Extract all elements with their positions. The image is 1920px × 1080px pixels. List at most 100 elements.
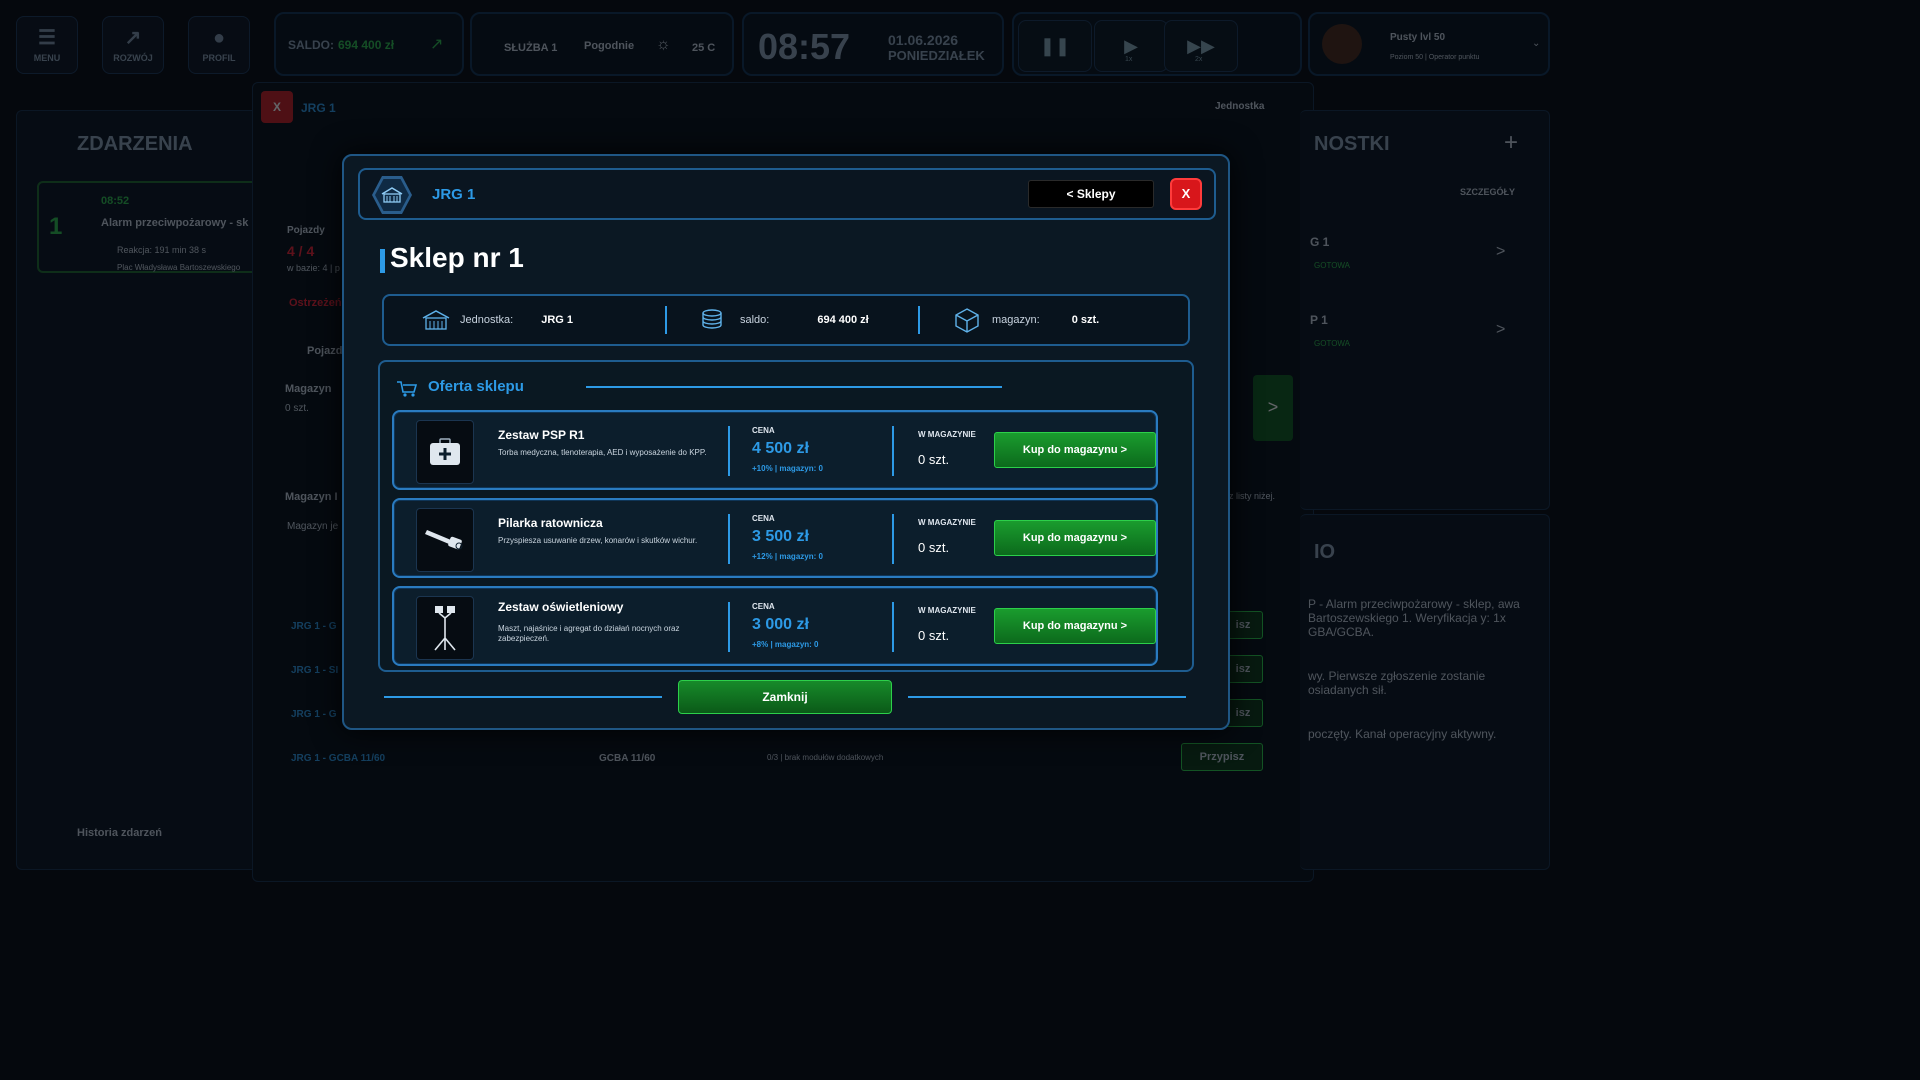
item-description: Torba medyczna, tlenoterapia, AED i wypo… bbox=[498, 448, 707, 457]
radio-message-2: wy. Pierwsze zgłoszenie zostanie osiadan… bbox=[1308, 669, 1486, 697]
radio-panel: IO P - Alarm przeciwpożarowy - sklep, aw… bbox=[1300, 514, 1550, 870]
cart-icon bbox=[397, 381, 418, 397]
history-link[interactable]: Historia zdarzeń bbox=[77, 827, 162, 839]
buy-to-warehouse-button[interactable]: Kup do magazynu > bbox=[994, 520, 1156, 556]
back-to-shops-label: < Sklepy bbox=[1066, 187, 1116, 201]
assign-label-row-2: isz bbox=[1235, 663, 1251, 675]
close-label: Zamknij bbox=[762, 690, 808, 704]
unit-2-chevron-icon[interactable]: > bbox=[1496, 321, 1505, 339]
chevron-right-icon: > bbox=[1267, 397, 1279, 417]
item-name: Zestaw PSP R1 bbox=[498, 428, 585, 442]
menu-button[interactable]: ☰ MENU bbox=[16, 16, 78, 74]
unit-window-close-label: X bbox=[272, 100, 281, 114]
stock-header: W MAGAZYNIE bbox=[918, 518, 976, 527]
card-divider bbox=[728, 514, 730, 564]
item-bonus: +12% | magazyn: 0 bbox=[752, 552, 823, 561]
fire-station-icon bbox=[381, 187, 403, 203]
info-divider bbox=[665, 306, 667, 334]
next-arrow-button[interactable]: > bbox=[1253, 375, 1293, 441]
close-button[interactable]: Zamknij bbox=[678, 680, 892, 714]
footer-line-right bbox=[908, 696, 1186, 698]
footer-line-left bbox=[384, 696, 662, 698]
back-to-shops-button[interactable]: < Sklepy bbox=[1028, 180, 1154, 208]
shop-item-card: Zestaw oświetleniowy Maszt, najaśnice i … bbox=[392, 586, 1158, 666]
speed-2-label: 2x bbox=[1195, 56, 1203, 63]
vehicle-row-4-type: GCBA 11/60 bbox=[599, 753, 656, 764]
player-box[interactable]: Pusty lvl 50 Poziom 50 | Operator punktu… bbox=[1308, 12, 1550, 76]
vehicles-label: Pojazdy bbox=[287, 225, 325, 236]
warehouse2-text: Magazyn je bbox=[287, 521, 339, 532]
item-description: Przyspiesza usuwanie drzew, konarów i sk… bbox=[498, 536, 698, 545]
list-hint: z listy niżej. bbox=[1229, 491, 1276, 501]
development-button[interactable]: ↗ ROZWÓJ bbox=[102, 16, 164, 74]
event-reaction: Reakcja: 191 min 38 s bbox=[117, 245, 207, 255]
weather-box: SŁUŻBA 1 Pogodnie ☼ 25 C bbox=[470, 12, 734, 76]
buy-label: Kup do magazynu > bbox=[1022, 532, 1128, 544]
trend-up-icon: ↗ bbox=[124, 27, 142, 49]
warehouse-label: Magazyn bbox=[285, 383, 332, 395]
unit-2-name: P 1 bbox=[1310, 313, 1328, 327]
item-stock: 0 szt. bbox=[918, 452, 950, 467]
card-divider bbox=[892, 602, 894, 652]
fire-station-icon bbox=[422, 310, 450, 330]
unit-2-status: GOTOWA bbox=[1314, 339, 1350, 348]
unit-window-section: Jednostka bbox=[1215, 101, 1265, 112]
weekday: PONIEDZIAŁEK bbox=[888, 48, 985, 63]
profile-label: PROFIL bbox=[202, 53, 236, 63]
unit-1-name: G 1 bbox=[1310, 235, 1330, 249]
balance-box: SALDO: 694 400 zł ↗ bbox=[274, 12, 464, 76]
offer-title: Oferta sklepu bbox=[428, 378, 524, 395]
warehouse2-label: Magazyn I bbox=[285, 491, 338, 503]
unit-window-close-button[interactable]: X bbox=[261, 91, 293, 123]
warning-label: Ostrzeżeń bbox=[289, 297, 342, 309]
vehicles-tab[interactable]: Pojazd bbox=[307, 345, 342, 357]
modal-close-x-button[interactable]: X bbox=[1170, 178, 1202, 210]
info-balance: saldo: 694 400 zł bbox=[700, 296, 869, 344]
trend-icon: ↗ bbox=[430, 36, 444, 53]
radio-message-1: P - Alarm przeciwpożarowy - sklep, awa B… bbox=[1308, 597, 1520, 639]
title-accent-bar bbox=[380, 249, 385, 273]
shop-title: Sklep nr 1 bbox=[390, 242, 524, 273]
event-card[interactable]: 1 08:52 Alarm przeciwpożarowy - sk Reakc… bbox=[37, 181, 265, 273]
assign-button[interactable]: Przypisz bbox=[1181, 743, 1263, 771]
events-panel: ZDARZENIA 1 08:52 Alarm przeciwpożarowy … bbox=[16, 110, 266, 870]
item-stock: 0 szt. bbox=[918, 540, 950, 555]
play-button[interactable]: ▶ 1x bbox=[1094, 20, 1168, 72]
info-balance-value: 694 400 zł bbox=[817, 314, 869, 326]
vehicle-row-4-name[interactable]: JRG 1 - GCBA 11/60 bbox=[291, 753, 385, 764]
event-name: Alarm przeciwpożarowy - sk bbox=[101, 217, 249, 229]
vehicle-row-3[interactable]: JRG 1 - G bbox=[291, 709, 337, 720]
card-divider bbox=[892, 426, 894, 476]
fast-forward-button[interactable]: ▶▶ 2x bbox=[1164, 20, 1238, 72]
clock: 08:57 bbox=[758, 26, 851, 67]
speed-1-label: 1x bbox=[1125, 56, 1133, 63]
stock-header: W MAGAZYNIE bbox=[918, 606, 976, 615]
chainsaw-icon bbox=[416, 508, 474, 572]
vehicle-row-1[interactable]: JRG 1 - G bbox=[291, 621, 337, 632]
price-header: CENA bbox=[752, 514, 775, 523]
development-label: ROZWÓJ bbox=[113, 53, 153, 63]
pause-button[interactable]: ❚❚ bbox=[1018, 20, 1092, 72]
vehicles-base: w bazie: 4 | p bbox=[287, 263, 340, 273]
info-storage-label: magazyn: bbox=[992, 314, 1040, 326]
units-title: NOSTKI bbox=[1314, 133, 1390, 155]
modal-header-title: JRG 1 bbox=[432, 186, 476, 203]
unit-1-chevron-icon[interactable]: > bbox=[1496, 243, 1505, 261]
balance-label: SALDO: bbox=[288, 38, 334, 52]
coins-icon bbox=[702, 309, 722, 329]
unit-window-title: JRG 1 bbox=[301, 101, 336, 115]
shop-info-bar: Jednostka: JRG 1 saldo: 694 400 zł magaz… bbox=[382, 294, 1190, 346]
details-button[interactable]: SZCZEGÓŁY bbox=[1460, 187, 1515, 197]
buy-to-warehouse-button[interactable]: Kup do magazynu > bbox=[994, 608, 1156, 644]
item-name: Zestaw oświetleniowy bbox=[498, 600, 624, 614]
item-description: Maszt, najaśnice i agregat do działań no… bbox=[498, 624, 680, 643]
assign-label: Przypisz bbox=[1199, 751, 1245, 763]
medical-kit-icon bbox=[416, 420, 474, 484]
vehicle-row-2[interactable]: JRG 1 - SI bbox=[291, 665, 338, 676]
buy-to-warehouse-button[interactable]: Kup do magazynu > bbox=[994, 432, 1156, 468]
chevron-down-icon: ⌄ bbox=[1532, 38, 1541, 49]
add-unit-button[interactable]: + bbox=[1504, 129, 1518, 157]
stock-header: W MAGAZYNIE bbox=[918, 430, 976, 439]
hamburger-icon: ☰ bbox=[38, 27, 56, 49]
profile-button[interactable]: ● PROFIL bbox=[188, 16, 250, 74]
